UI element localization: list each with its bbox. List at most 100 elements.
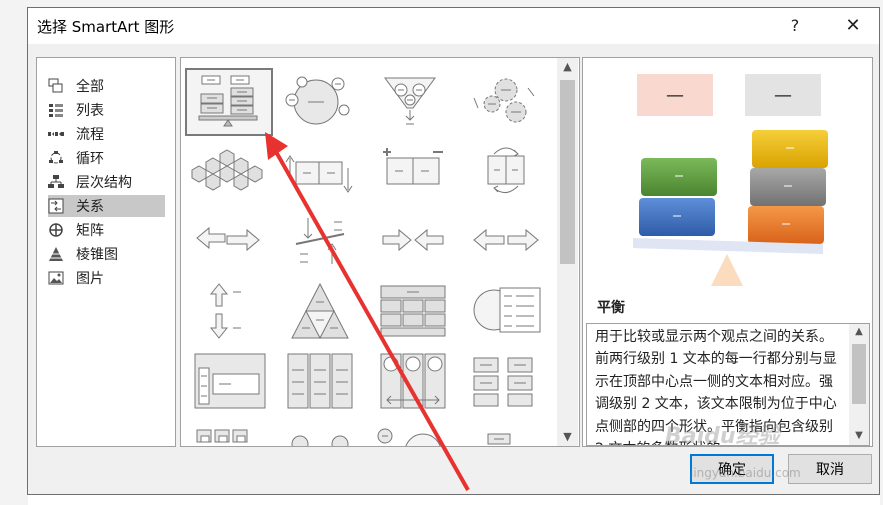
layout-partial-3[interactable] (371, 418, 459, 446)
layout-converging-arrows[interactable] (371, 208, 459, 276)
layout-balance-arrows[interactable] (278, 208, 366, 276)
layout-picture-frame[interactable] (185, 348, 273, 416)
scroll-up-icon[interactable]: ▲ (557, 58, 578, 76)
diverging-arrows-thumbnail (196, 226, 260, 252)
title-bar: 选择 SmartArt 图形 ? ✕ (28, 8, 879, 44)
category-label: 全部 (76, 79, 104, 95)
watermark-url: jingyan.baidu.com (690, 466, 801, 480)
layout-segmented-pyramid[interactable] (278, 278, 366, 346)
partial-4-thumbnail (487, 433, 511, 445)
scroll-thumb[interactable] (560, 80, 575, 264)
nested-target-thumbnail (473, 357, 533, 407)
layout-hexagon-cluster[interactable] (185, 140, 273, 208)
circle-columns-thumbnail (380, 353, 446, 409)
category-item-pyramid[interactable]: 棱锥图 (48, 243, 165, 265)
category-label: 流程 (76, 127, 104, 143)
stacked-venn-thumbnail (473, 287, 541, 333)
category-label: 列表 (76, 103, 104, 119)
gallery-scrollbar[interactable]: ▲ ▼ (557, 58, 578, 446)
pyramid-icon (48, 246, 64, 262)
gear-thumbnail (473, 78, 535, 123)
category-label: 图片 (76, 271, 104, 287)
funnel-thumbnail (384, 77, 436, 125)
category-item-relationship[interactable]: 关系 (48, 195, 165, 217)
category-item-all[interactable]: 全部 (48, 75, 165, 97)
close-button[interactable]: ✕ (838, 12, 868, 40)
layout-plus-minus[interactable] (371, 140, 459, 208)
layout-diverging-arrows[interactable] (185, 208, 273, 276)
category-item-list[interactable]: 列表 (48, 99, 165, 121)
layout-gear[interactable] (464, 68, 552, 136)
scroll-down-icon[interactable]: ▼ (849, 428, 869, 444)
layout-gallery (180, 57, 580, 447)
preview-title: 平衡 (597, 300, 625, 316)
layout-nested-target[interactable] (464, 348, 552, 416)
orange-block (748, 206, 824, 244)
balance-thumbnail (198, 75, 258, 127)
matrix-icon (48, 222, 64, 238)
category-label: 循环 (76, 151, 104, 167)
category-item-hierarchy[interactable]: 层次结构 (48, 171, 165, 193)
list-icon (48, 102, 64, 118)
green-block (641, 158, 717, 196)
dialog-title: 选择 SmartArt 图形 (37, 18, 175, 36)
description-scrollbar[interactable]: ▲ ▼ (849, 324, 869, 445)
preview-panel: — — 平衡 用于比较或显示两个观点之间的关系。前两行级别 1 文本的每一行都分… (582, 57, 873, 447)
gray-block (750, 168, 826, 206)
category-item-process[interactable]: 流程 (48, 123, 165, 145)
watermark-brand: Baidu经验 (665, 424, 780, 449)
scroll-down-icon[interactable]: ▼ (557, 428, 578, 446)
layout-table-list[interactable] (371, 278, 459, 346)
category-list: 全部 列表 流程 循环 层次结构 关系 矩阵 棱锥图 图片 (36, 57, 176, 447)
layout-circle-columns[interactable] (371, 348, 459, 416)
layout-partial-4[interactable] (464, 418, 552, 446)
partial-2-thumbnail (291, 435, 349, 446)
hierarchy-icon (48, 174, 64, 190)
vertical-arrows-thumbnail (209, 283, 241, 339)
layout-column-list[interactable] (278, 348, 366, 416)
category-item-matrix[interactable]: 矩阵 (48, 219, 165, 241)
background-left (0, 0, 28, 505)
right-header-text: — (774, 85, 792, 106)
help-button[interactable]: ? (780, 12, 810, 40)
opposing-arrows-thumbnail (285, 155, 353, 193)
column-list-thumbnail (287, 353, 353, 409)
circle-relationship-thumbnail (285, 76, 350, 125)
relationship-icon (48, 198, 64, 214)
picture-icon (48, 270, 64, 286)
category-label: 关系 (76, 199, 104, 215)
process-icon (48, 126, 64, 142)
layout-partial-2[interactable] (278, 418, 366, 446)
counterbalance-arrows-thumbnail (487, 147, 525, 193)
balance-arrows-thumbnail (295, 218, 345, 264)
segmented-pyramid-thumbnail (291, 282, 349, 340)
converging-arrows-thumbnail (382, 228, 444, 252)
blue-block (639, 198, 715, 236)
table-list-thumbnail (380, 285, 446, 337)
hexagon-cluster-thumbnail (191, 149, 263, 191)
category-label: 矩阵 (76, 223, 104, 239)
layout-balance[interactable] (185, 68, 273, 136)
layout-counterbalance-arrows[interactable] (464, 140, 552, 208)
category-label: 层次结构 (76, 175, 132, 191)
picture-frame-thumbnail (194, 353, 266, 409)
category-item-cycle[interactable]: 循环 (48, 147, 165, 169)
cycle-icon (48, 150, 64, 166)
yellow-block (752, 130, 828, 168)
scroll-thumb[interactable] (852, 344, 866, 404)
partial-1-thumbnail (196, 429, 248, 443)
layout-vertical-arrows[interactable] (185, 278, 273, 346)
category-item-picture[interactable]: 图片 (48, 267, 165, 289)
layout-circle-relationship[interactable] (278, 68, 366, 136)
opposing-ideas-thumbnail (473, 228, 539, 252)
layout-funnel[interactable] (371, 68, 459, 136)
layout-stacked-venn[interactable] (464, 278, 552, 346)
left-header-text: — (666, 85, 684, 106)
category-label: 棱锥图 (76, 247, 118, 263)
layout-opposing-arrows[interactable] (278, 140, 366, 208)
layout-partial-1[interactable] (185, 418, 273, 446)
all-icon (48, 78, 64, 94)
scroll-up-icon[interactable]: ▲ (849, 324, 869, 340)
layout-opposing-ideas[interactable] (464, 208, 552, 276)
balance-fulcrum (711, 254, 743, 286)
